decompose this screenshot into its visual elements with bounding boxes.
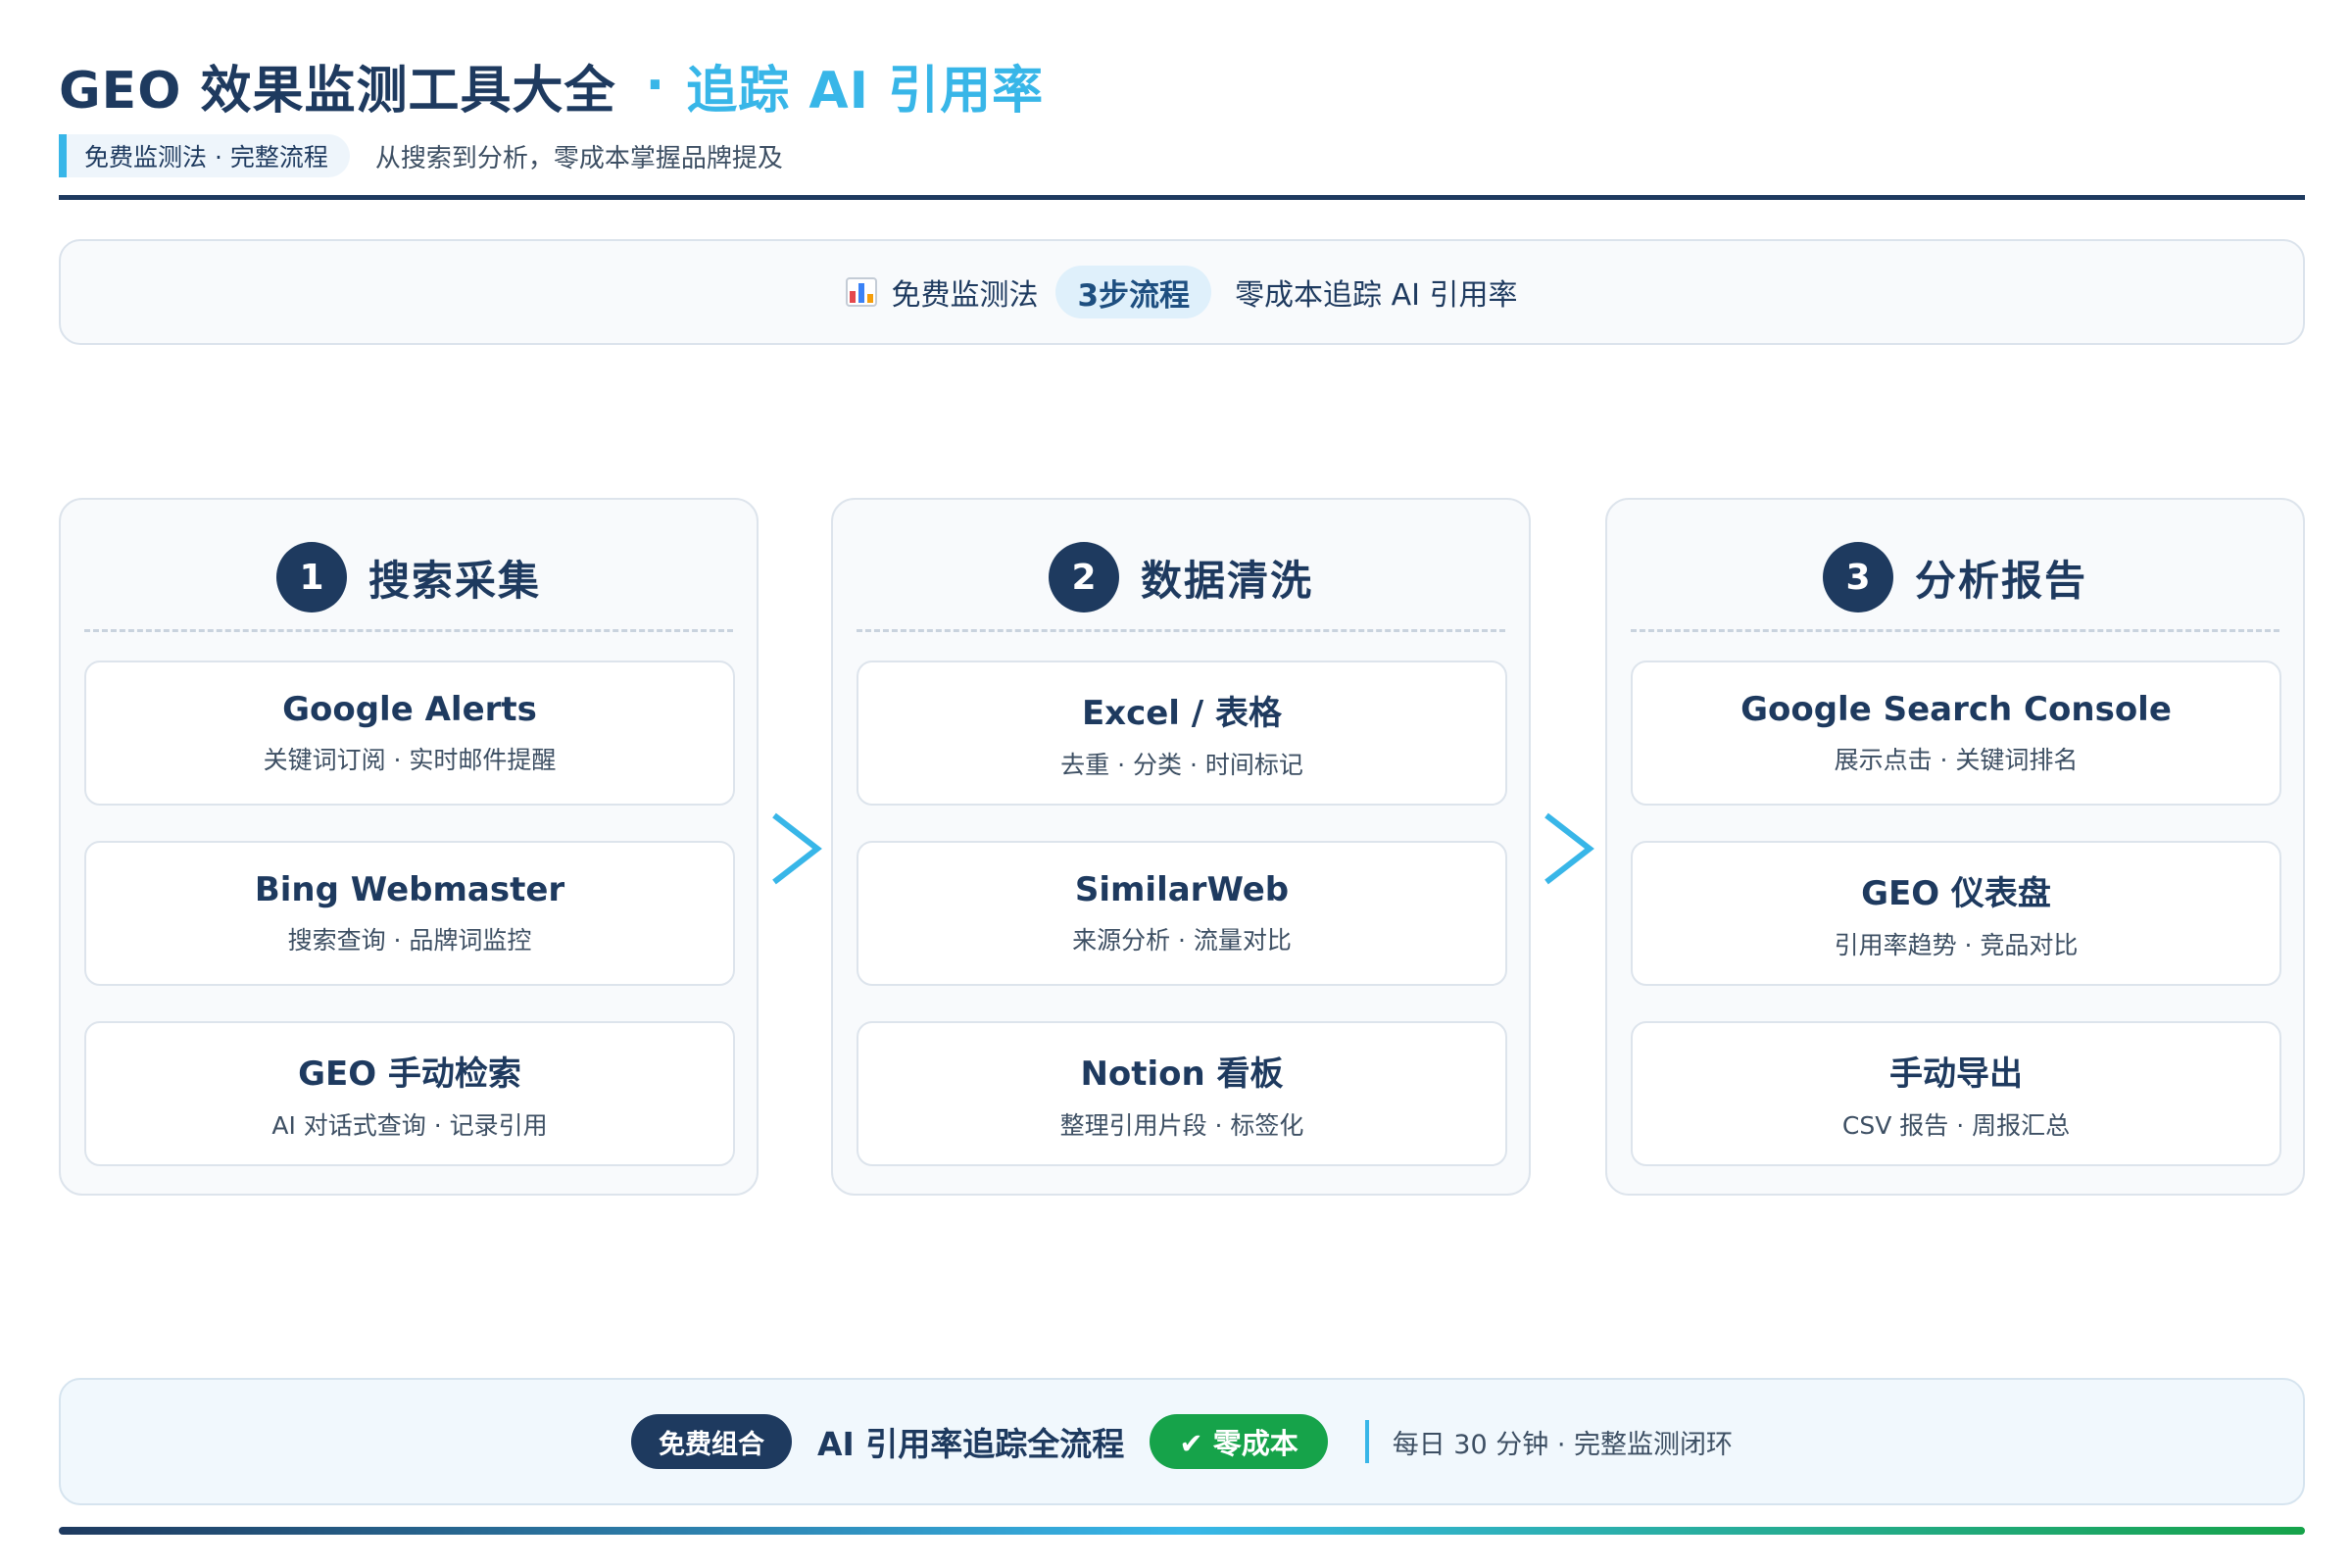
tool-card: Google Alerts 关键词订阅 · 实时邮件提醒 <box>84 661 735 806</box>
footer-separator <box>1364 1420 1369 1463</box>
tool-card-title: Google Search Console <box>1740 690 2172 729</box>
tool-card: Google Search Console 展示点击 · 关键词排名 <box>1631 661 2281 806</box>
footer-note: 每日 30 分钟 · 完整监测闭环 <box>1392 1429 1733 1460</box>
tool-card-description: AI 对话式查询 · 记录引用 <box>271 1110 548 1140</box>
title-row: GEO 效果监测工具大全 · 追踪 AI 引用率 <box>59 51 2305 121</box>
step-title: 数据清洗 <box>1140 556 1313 605</box>
summary-description: 零成本追踪 AI 引用率 <box>1235 278 1518 313</box>
page-title-accent: 追踪 AI 引用率 <box>686 61 1045 121</box>
step-header: 2 数据清洗 <box>833 535 1529 619</box>
step-number-badge: 1 <box>275 542 347 612</box>
step-title: 分析报告 <box>1914 556 2087 605</box>
subtitle-tag: 免费监测法 · 完整流程 <box>59 134 350 177</box>
subtitle-row: 免费监测法 · 完整流程 从搜索到分析，零成本掌握品牌提及 <box>59 133 2305 178</box>
tool-card-title: GEO 手动检索 <box>298 1054 521 1094</box>
tool-card-description: 整理引用片段 · 标签化 <box>1059 1110 1304 1140</box>
step-title: 搜索采集 <box>368 556 541 605</box>
footer-combo-badge: 免费组合 <box>631 1414 792 1469</box>
step-panel-1: 1 搜索采集 Google Alerts 关键词订阅 · 实时邮件提醒 Bing… <box>59 498 759 1196</box>
footer-banner: 免费组合 AI 引用率追踪全流程 ✔ 零成本 每日 30 分钟 · 完整监测闭环 <box>59 1378 2305 1505</box>
zero-cost-badge: ✔ 零成本 <box>1150 1414 1328 1469</box>
step-divider <box>857 629 1505 632</box>
title-separator: · <box>645 56 665 115</box>
tool-card-description: CSV 报告 · 周报汇总 <box>1841 1110 2071 1140</box>
tool-card: SimilarWeb 来源分析 · 流量对比 <box>857 841 1507 986</box>
bottom-gradient-line <box>59 1527 2305 1535</box>
tool-card-description: 搜索查询 · 品牌词监控 <box>287 926 532 955</box>
tool-card: 手动导出 CSV 报告 · 周报汇总 <box>1631 1021 2281 1166</box>
subtitle-text: 从搜索到分析，零成本掌握品牌提及 <box>374 143 783 173</box>
tool-card-title: SimilarWeb <box>1074 870 1290 909</box>
step-divider <box>84 629 733 632</box>
step-header: 1 搜索采集 <box>61 535 757 619</box>
tool-card: Bing Webmaster 搜索查询 · 品牌词监控 <box>84 841 735 986</box>
step-header: 3 分析报告 <box>1607 535 2303 619</box>
tool-card-title: Excel / 表格 <box>1081 693 1283 733</box>
summary-step-count-pill: 3步流程 <box>1055 266 1212 318</box>
page-header: GEO 效果监测工具大全 · 追踪 AI 引用率 免费监测法 · 完整流程 从搜… <box>59 51 2305 178</box>
summary-label: 免费监测法 <box>891 278 1039 313</box>
footer-title: AI 引用率追踪全流程 <box>817 1425 1125 1463</box>
step-divider <box>1631 629 2279 632</box>
page-title: GEO 效果监测工具大全 <box>59 61 616 121</box>
tool-card: GEO 手动检索 AI 对话式查询 · 记录引用 <box>84 1021 735 1166</box>
chevron-right-icon <box>1544 812 1594 885</box>
tool-card-description: 引用率趋势 · 竞品对比 <box>1834 930 2079 959</box>
tool-card-title: Bing Webmaster <box>254 870 565 909</box>
tool-card-title: GEO 仪表盘 <box>1861 873 2051 913</box>
tool-card: GEO 仪表盘 引用率趋势 · 竞品对比 <box>1631 841 2281 986</box>
chevron-right-icon <box>772 812 822 885</box>
step-number-badge: 3 <box>1822 542 1893 612</box>
tool-card-description: 去重 · 分类 · 时间标记 <box>1060 750 1303 779</box>
summary-strip: 免费监测法 3步流程 零成本追踪 AI 引用率 <box>59 239 2305 345</box>
step-number-badge: 2 <box>1048 542 1119 612</box>
step-panel-3: 3 分析报告 Google Search Console 展示点击 · 关键词排… <box>1605 498 2305 1196</box>
step-panel-2: 2 数据清洗 Excel / 表格 去重 · 分类 · 时间标记 Similar… <box>831 498 1531 1196</box>
header-divider <box>59 195 2305 200</box>
tool-card: Excel / 表格 去重 · 分类 · 时间标记 <box>857 661 1507 806</box>
tool-card-description: 来源分析 · 流量对比 <box>1072 926 1292 955</box>
tool-card-title: 手动导出 <box>1889 1054 2023 1094</box>
tool-card-title: Google Alerts <box>282 690 537 729</box>
tool-card-description: 展示点击 · 关键词排名 <box>1834 746 2079 774</box>
tool-card-description: 关键词订阅 · 实时邮件提醒 <box>263 746 557 774</box>
tool-card-title: Notion 看板 <box>1080 1054 1284 1094</box>
bar-chart-icon <box>846 277 878 307</box>
tool-card: Notion 看板 整理引用片段 · 标签化 <box>857 1021 1507 1166</box>
